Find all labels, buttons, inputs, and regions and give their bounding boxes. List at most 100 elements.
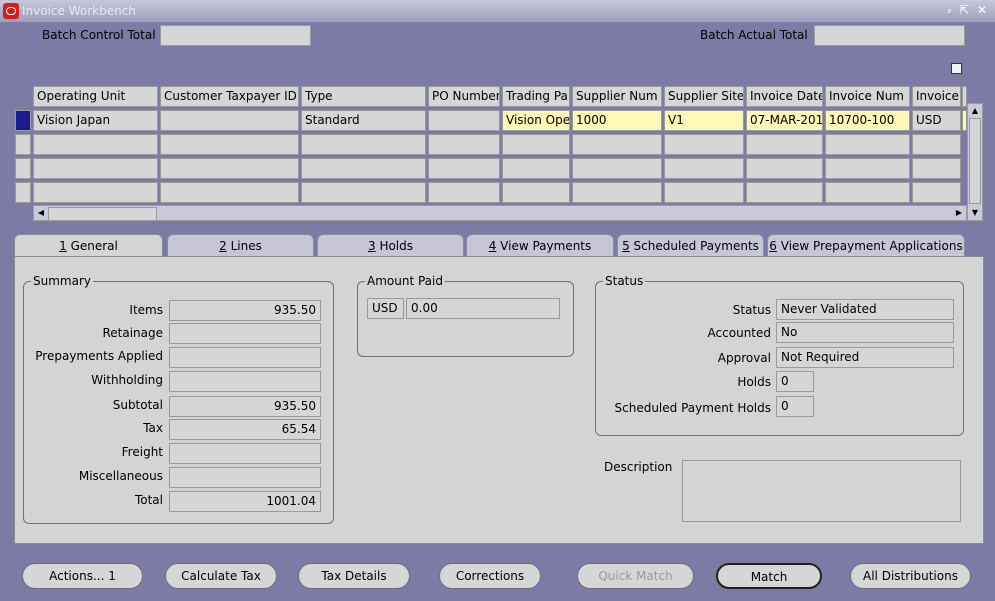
subtotal-field[interactable]: 935.50 [169, 396, 321, 417]
col-po-number[interactable]: PO Number [428, 86, 500, 107]
cell-type[interactable] [301, 134, 426, 155]
scroll-right-arrow-icon[interactable]: ▶ [952, 206, 966, 220]
cell-po-number[interactable] [428, 110, 500, 131]
grid-vertical-scrollbar[interactable]: ▲ ▼ [967, 103, 983, 221]
cell-invoice-date[interactable] [746, 158, 823, 179]
cell-invoice-currency[interactable] [912, 182, 961, 203]
amount-paid-field[interactable]: 0.00 [406, 298, 560, 319]
cell-supplier-site[interactable] [664, 158, 744, 179]
items-field[interactable]: 935.50 [169, 300, 321, 321]
col-invoice-date[interactable]: Invoice Date [746, 86, 823, 107]
prepayments-applied-field[interactable] [169, 347, 321, 368]
cell-trading-partner[interactable] [502, 182, 570, 203]
col-invoice-num[interactable]: Invoice Num [825, 86, 910, 107]
cell-trading-partner[interactable]: Vision Ope [502, 110, 570, 131]
tab-view-prepayment-applications[interactable]: 6 View Prepayment Applications [767, 234, 965, 256]
col-supplier-site[interactable]: Supplier Site [664, 86, 744, 107]
tab-holds[interactable]: 3 Holds [317, 234, 464, 256]
batch-control-total-field[interactable] [160, 25, 311, 46]
cell-operating-unit[interactable]: Vision Japan [33, 110, 158, 131]
cell-invoice-num[interactable] [825, 134, 910, 155]
cell-type[interactable] [301, 182, 426, 203]
cell-invoice-num[interactable] [825, 158, 910, 179]
cell-invoice-date[interactable]: 07-MAR-201 [746, 110, 823, 131]
col-supplier-num[interactable]: Supplier Num [572, 86, 662, 107]
cell-supplier-num[interactable]: 1000 [572, 110, 662, 131]
cell-operating-unit[interactable] [33, 158, 158, 179]
tax-label: Tax [143, 421, 163, 435]
tax-field[interactable]: 65.54 [169, 419, 321, 440]
scroll-down-arrow-icon[interactable]: ▼ [968, 206, 982, 220]
col-operating-unit[interactable]: Operating Unit [33, 86, 158, 107]
batch-actual-total-label: Batch Actual Total [700, 28, 808, 42]
description-field[interactable] [682, 460, 961, 522]
cell-trading-partner[interactable] [502, 158, 570, 179]
batch-actual-total-field[interactable] [814, 25, 965, 46]
cell-po-number[interactable] [428, 158, 500, 179]
approval-field[interactable]: Not Required [776, 347, 954, 368]
accounted-field[interactable]: No [776, 322, 954, 343]
cell-supplier-site[interactable] [664, 182, 744, 203]
scroll-left-arrow-icon[interactable]: ◀ [34, 206, 48, 220]
horizontal-scroll-thumb[interactable] [48, 207, 157, 221]
corrections-button[interactable]: Corrections [439, 563, 541, 589]
vertical-scroll-thumb[interactable] [969, 118, 981, 204]
cell-type[interactable]: Standard [301, 110, 426, 131]
cell-trading-partner[interactable] [502, 134, 570, 155]
cell-invoice-num[interactable]: 10700-100 [825, 110, 910, 131]
tab-general[interactable]: 1 General [14, 234, 163, 258]
cell-type[interactable] [301, 158, 426, 179]
scroll-up-arrow-icon[interactable]: ▲ [968, 104, 982, 118]
tax-details-button[interactable]: Tax Details [298, 563, 410, 589]
cell-invoice-num[interactable] [825, 182, 910, 203]
tab-lines[interactable]: 2 Lines [167, 234, 314, 256]
col-invoice-currency[interactable]: Invoice [912, 86, 961, 107]
holds-field[interactable]: 0 [776, 371, 814, 392]
grid-horizontal-scrollbar[interactable]: ◀ ▶ [33, 205, 967, 221]
prepayments-applied-label: Prepayments Applied [35, 349, 163, 363]
cell-supplier-site[interactable] [664, 134, 744, 155]
cell-invoice-currency[interactable] [912, 134, 961, 155]
tab-view-payments[interactable]: 4 View Payments [466, 234, 614, 256]
cell-operating-unit[interactable] [33, 182, 158, 203]
cell-customer-taxpayer-id[interactable] [160, 134, 299, 155]
cell-supplier-site[interactable]: V1 [664, 110, 744, 131]
amount-paid-currency-field[interactable]: USD [367, 298, 404, 319]
match-button[interactable]: Match [716, 563, 822, 589]
cell-po-number[interactable] [428, 182, 500, 203]
folder-checkbox[interactable] [951, 63, 962, 74]
cell-invoice-currency[interactable]: USD [912, 110, 961, 131]
row-indicator[interactable] [15, 182, 31, 203]
cell-operating-unit[interactable] [33, 134, 158, 155]
cell-customer-taxpayer-id[interactable] [160, 110, 299, 131]
cell-invoice-date[interactable] [746, 182, 823, 203]
all-distributions-button[interactable]: All Distributions [850, 563, 971, 589]
cell-po-number[interactable] [428, 134, 500, 155]
window-controls[interactable]: ⸗ ⇱ ✕ [947, 3, 989, 17]
col-trading-partner[interactable]: Trading Pa [502, 86, 570, 107]
cell-invoice-date[interactable] [746, 134, 823, 155]
col-customer-taxpayer-id[interactable]: Customer Taxpayer ID [160, 86, 299, 107]
cell-supplier-num[interactable] [572, 182, 662, 203]
freight-field[interactable] [169, 443, 321, 464]
scheduled-payment-holds-field[interactable]: 0 [776, 396, 814, 417]
col-type[interactable]: Type [301, 86, 426, 107]
row-indicator[interactable] [15, 158, 31, 179]
tab-label: View Prepayment Applications [776, 239, 963, 253]
withholding-field[interactable] [169, 371, 321, 392]
total-field[interactable]: 1001.04 [169, 491, 321, 512]
cell-supplier-num[interactable] [572, 158, 662, 179]
tab-scheduled-payments[interactable]: 5 Scheduled Payments [617, 234, 764, 256]
row-indicator-selected[interactable] [15, 110, 31, 131]
cell-customer-taxpayer-id[interactable] [160, 182, 299, 203]
status-field[interactable]: Never Validated [776, 299, 954, 320]
cell-customer-taxpayer-id[interactable] [160, 158, 299, 179]
cell-invoice-currency[interactable] [912, 158, 961, 179]
calculate-tax-button[interactable]: Calculate Tax [165, 563, 277, 589]
row-indicator[interactable] [15, 134, 31, 155]
retainage-field[interactable] [169, 323, 321, 344]
tab-label: Scheduled Payments [629, 239, 759, 253]
actions-button[interactable]: Actions... 1 [22, 563, 143, 589]
cell-supplier-num[interactable] [572, 134, 662, 155]
miscellaneous-field[interactable] [169, 467, 321, 488]
